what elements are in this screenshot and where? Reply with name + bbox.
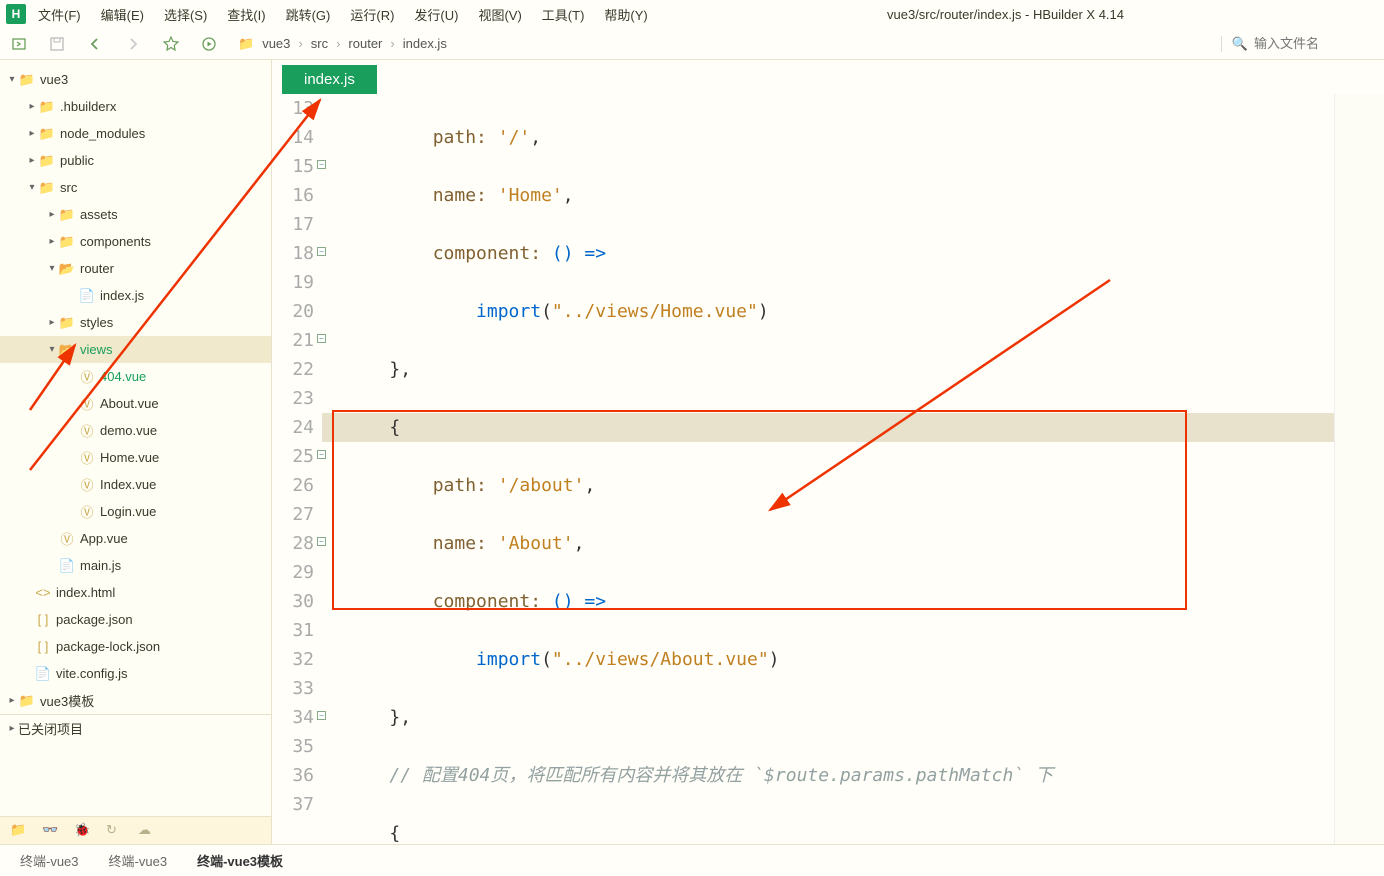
folder-icon: 📁 [38, 126, 56, 142]
expand-icon[interactable] [10, 35, 28, 53]
breadcrumb-index[interactable]: index.js [403, 36, 447, 51]
code-content[interactable]: path: '/', name: 'Home', component: () =… [322, 94, 1334, 844]
minimap[interactable] [1334, 94, 1384, 844]
tree-template[interactable]: ▸📁vue3模板 [0, 687, 271, 714]
gutter: 13 14 15− 16 17 18− 19 20 21− 22 23 24 2… [272, 94, 322, 844]
tree-closed[interactable]: ▸已关闭项目 [0, 714, 271, 741]
vue-file-icon: Ⓥ [78, 502, 96, 521]
vue-file-icon: Ⓥ [78, 421, 96, 440]
js-file-icon: 📄 [58, 558, 76, 574]
folder-icon: 📁 [38, 99, 56, 115]
tree-views[interactable]: ▾📂views [0, 336, 271, 363]
breadcrumb-src[interactable]: src [311, 36, 328, 51]
terminal-tab-2[interactable]: 终端-vue3 [109, 851, 168, 870]
vue-file-icon: Ⓥ [78, 367, 96, 386]
menu-tools[interactable]: 工具(T) [534, 3, 593, 26]
js-file-icon: 📄 [34, 666, 52, 682]
breadcrumb-vue3[interactable]: vue3 [262, 36, 290, 51]
binoculars-icon[interactable]: 👓 [42, 822, 60, 840]
vue-file-icon: Ⓥ [78, 448, 96, 467]
menu-run[interactable]: 运行(R) [342, 3, 402, 26]
tree-about[interactable]: ⓋAbout.vue [0, 390, 271, 417]
folder-icon: 📁 [18, 693, 36, 709]
star-icon[interactable] [162, 35, 180, 53]
vue-file-icon: Ⓥ [58, 529, 76, 548]
folder-icon: 📂 [58, 261, 76, 277]
tree-root[interactable]: ▾📁vue3 [0, 66, 271, 93]
menu-find[interactable]: 查找(I) [219, 3, 273, 26]
breadcrumb: 📁 vue3› src› router› index.js [238, 36, 447, 52]
html-file-icon: <> [34, 585, 52, 600]
tree-404[interactable]: Ⓥ404.vue [0, 363, 271, 390]
terminal-tab-1[interactable]: 终端-vue3 [20, 851, 79, 870]
editor-tabs: index.js [272, 60, 1384, 94]
tree-styles[interactable]: ▸📁styles [0, 309, 271, 336]
code-area[interactable]: 13 14 15− 16 17 18− 19 20 21− 22 23 24 2… [272, 94, 1384, 844]
file-search[interactable]: 🔍 [1221, 36, 1374, 52]
tree-demo[interactable]: Ⓥdemo.vue [0, 417, 271, 444]
menu-help[interactable]: 帮助(Y) [596, 3, 655, 26]
folder-icon: 📁 [58, 234, 76, 250]
tree-components[interactable]: ▸📁components [0, 228, 271, 255]
search-input[interactable] [1254, 36, 1374, 51]
tree-node-modules[interactable]: ▸📁node_modules [0, 120, 271, 147]
tree-home[interactable]: ⓋHome.vue [0, 444, 271, 471]
tree-vite[interactable]: 📄vite.config.js [0, 660, 271, 687]
cloud-icon[interactable]: ☁ [138, 822, 156, 840]
json-file-icon: [ ] [34, 612, 52, 627]
tree-router[interactable]: ▾📂router [0, 255, 271, 282]
tree-indexhtml[interactable]: <>index.html [0, 579, 271, 606]
menu-edit[interactable]: 编辑(E) [93, 3, 152, 26]
bug-icon[interactable]: 🐞 [74, 822, 92, 840]
folder-icon: 📁 [38, 153, 56, 169]
save-icon[interactable] [48, 35, 66, 53]
sidebar-toolbar: 📁 👓 🐞 ↻ ☁ [0, 816, 271, 844]
menu-select[interactable]: 选择(S) [156, 3, 215, 26]
tree-hbuilderx[interactable]: ▸📁.hbuilderx [0, 93, 271, 120]
folder-icon: 📁 [18, 72, 36, 88]
app-logo: H [6, 4, 26, 24]
folder-icon: 📁 [58, 315, 76, 331]
terminal-tab-3[interactable]: 终端-vue3模板 [197, 851, 283, 870]
folder-icon: 📁 [58, 207, 76, 223]
menu-file[interactable]: 文件(F) [30, 3, 89, 26]
folder-icon: 📂 [58, 342, 76, 358]
tree-app[interactable]: ⓋApp.vue [0, 525, 271, 552]
sync-icon[interactable]: ↻ [106, 822, 124, 840]
tree-src[interactable]: ▾📁src [0, 174, 271, 201]
window-title: vue3/src/router/index.js - HBuilder X 4.… [887, 7, 1124, 22]
tree-indexvue[interactable]: ⓋIndex.vue [0, 471, 271, 498]
folder-icon: 📁 [238, 36, 254, 52]
statusbar: 终端-vue3 终端-vue3 终端-vue3模板 [0, 844, 1384, 876]
tree-main[interactable]: 📄main.js [0, 552, 271, 579]
tree-assets[interactable]: ▸📁assets [0, 201, 271, 228]
tree-pkglock[interactable]: [ ]package-lock.json [0, 633, 271, 660]
run-icon[interactable] [200, 35, 218, 53]
folder-plus-icon[interactable]: 📁 [10, 822, 28, 840]
editor: index.js 13 14 15− 16 17 18− 19 20 21− 2… [272, 60, 1384, 844]
tab-indexjs[interactable]: index.js [282, 65, 377, 94]
folder-icon: 📁 [38, 180, 56, 196]
js-file-icon: 📄 [78, 288, 96, 304]
vue-file-icon: Ⓥ [78, 394, 96, 413]
forward-icon[interactable] [124, 35, 142, 53]
menu-publish[interactable]: 发行(U) [406, 3, 466, 26]
menu-view[interactable]: 视图(V) [470, 3, 529, 26]
menu-goto[interactable]: 跳转(G) [278, 3, 339, 26]
json-file-icon: [ ] [34, 639, 52, 654]
toolbar: 📁 vue3› src› router› index.js 🔍 [0, 28, 1384, 60]
vue-file-icon: Ⓥ [78, 475, 96, 494]
breadcrumb-router[interactable]: router [348, 36, 382, 51]
tree-pkg[interactable]: [ ]package.json [0, 606, 271, 633]
tree-public[interactable]: ▸📁public [0, 147, 271, 174]
file-tree: ▾📁vue3 ▸📁.hbuilderx ▸📁node_modules ▸📁pub… [0, 60, 271, 816]
sidebar: ▾📁vue3 ▸📁.hbuilderx ▸📁node_modules ▸📁pub… [0, 60, 272, 844]
back-icon[interactable] [86, 35, 104, 53]
tree-login[interactable]: ⓋLogin.vue [0, 498, 271, 525]
search-icon: 🔍 [1232, 36, 1248, 52]
tree-index-js[interactable]: 📄index.js [0, 282, 271, 309]
menubar: H 文件(F) 编辑(E) 选择(S) 查找(I) 跳转(G) 运行(R) 发行… [0, 0, 1384, 28]
